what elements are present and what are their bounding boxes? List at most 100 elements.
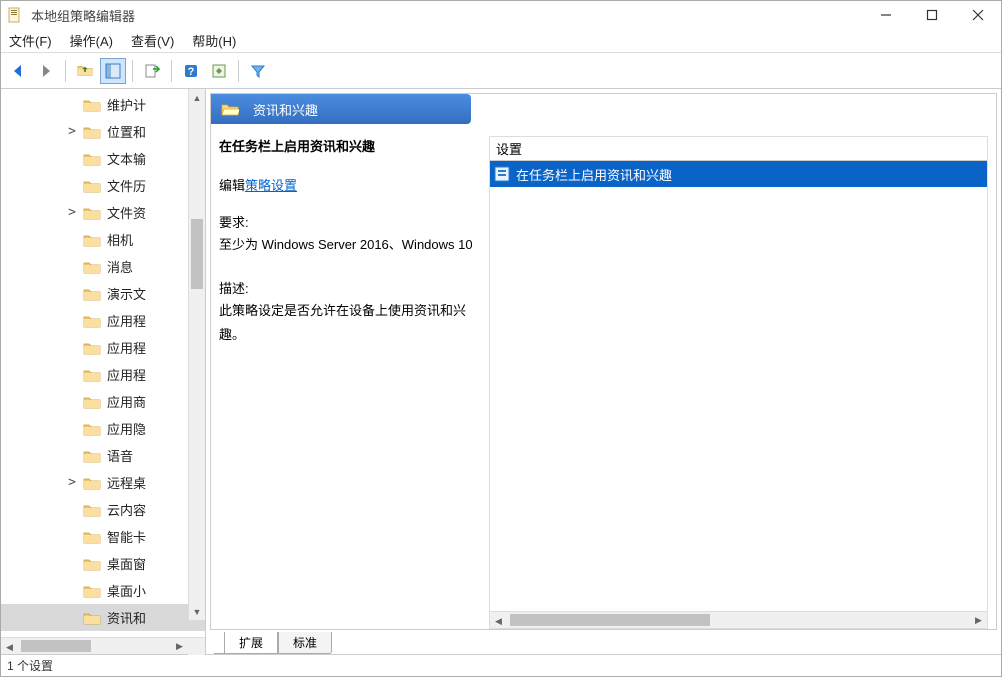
menu-help[interactable]: 帮助(H) [192,31,236,50]
tree-item[interactable]: 桌面小 [1,577,205,604]
settings-list-column: 设置 在任务栏上启用资讯和兴趣 ◀ ▶ [489,136,988,629]
scroll-left-icon[interactable]: ◀ [1,639,18,656]
tree-item-label: 文件历 [107,176,146,195]
properties-button[interactable] [206,58,232,84]
tree-item[interactable]: 语音 [1,442,205,469]
description-text: 此策略设定是否允许在设备上使用资讯和兴趣。 [219,299,477,346]
tree-item[interactable]: 应用程 [1,307,205,334]
tab-extended[interactable]: 扩展 [224,632,278,654]
scroll-right-icon[interactable]: ▶ [970,612,987,629]
folder-icon [83,125,101,139]
expander-icon[interactable]: > [65,475,79,490]
menu-view[interactable]: 查看(V) [131,31,174,50]
tree-item-label: 桌面窗 [107,554,146,573]
folder-icon [83,152,101,166]
tree-item-label: 位置和 [107,122,146,141]
back-button[interactable] [5,58,31,84]
details-header: 资讯和兴趣 [211,94,471,124]
tree-item[interactable]: 应用程 [1,361,205,388]
tree-item-label: 维护计 [107,95,146,114]
tree-item[interactable]: 相机 [1,226,205,253]
help-button[interactable]: ? [178,58,204,84]
folder-icon [83,260,101,274]
tree-item-label: 相机 [107,230,133,249]
settings-column-header[interactable]: 设置 [489,136,988,161]
folder-icon [83,395,101,409]
requirements-text: 至少为 Windows Server 2016、Windows 10 [219,233,477,256]
requirements-label: 要求: [219,212,477,231]
tree-item-label: 消息 [107,257,133,276]
tree-item-label: 演示文 [107,284,146,303]
folder-icon [83,449,101,463]
app-icon [7,7,23,23]
folder-icon [83,368,101,382]
tree-item[interactable]: >远程桌 [1,469,205,496]
selected-policy-title: 在任务栏上启用资讯和兴趣 [219,136,477,155]
details-pane: 资讯和兴趣 在任务栏上启用资讯和兴趣 编辑策略设置 要求: 至少为 Window… [206,89,1001,654]
close-button[interactable] [955,1,1001,29]
minimize-button[interactable] [863,1,909,29]
tree-item-label: 云内容 [107,500,146,519]
scroll-up-icon[interactable]: ▲ [189,89,205,106]
window-title: 本地组策略编辑器 [31,6,863,25]
tree-item-label: 应用程 [107,311,146,330]
tree-item[interactable]: 桌面窗 [1,550,205,577]
tree-item[interactable]: 资讯和 [1,604,205,631]
tree-item-label: 资讯和 [107,608,146,627]
folder-icon [83,611,101,625]
status-text: 1 个设置 [7,657,53,674]
expander-icon[interactable]: > [65,124,79,139]
tree-horizontal-scrollbar[interactable]: ◀ ▶ [1,637,205,654]
folder-icon [83,287,101,301]
maximize-button[interactable] [909,1,955,29]
tree-item-label: 文件资 [107,203,146,222]
tree-item[interactable]: 消息 [1,253,205,280]
tree-item-label: 应用程 [107,338,146,357]
edit-policy-link[interactable]: 策略设置 [245,178,297,193]
tree-item[interactable]: 云内容 [1,496,205,523]
tree-item-label: 应用隐 [107,419,146,438]
tree-item[interactable]: 智能卡 [1,523,205,550]
folder-icon [83,557,101,571]
forward-button[interactable] [33,58,59,84]
settings-item-label: 在任务栏上启用资讯和兴趣 [516,165,672,184]
scroll-thumb[interactable] [510,614,710,626]
tree-item[interactable]: > 文件资 [1,199,205,226]
folder-icon [83,206,101,220]
tree-item[interactable]: 应用商 [1,388,205,415]
tree-vertical-scrollbar[interactable]: ▲ ▼ [188,89,205,620]
expander-icon[interactable]: > [65,205,79,220]
tree-item[interactable]: 文件历 [1,172,205,199]
tree-item[interactable]: 应用隐 [1,415,205,442]
show-hide-tree-button[interactable] [100,58,126,84]
list-horizontal-scrollbar[interactable]: ◀ ▶ [490,611,987,628]
tab-standard[interactable]: 标准 [278,632,332,654]
tree[interactable]: 维护计>位置和文本输文件历>文件资相机消息演示文应用程应用程应用程应用商应用隐语… [1,89,205,631]
settings-list-item[interactable]: 在任务栏上启用资讯和兴趣 [490,161,987,187]
tree-item[interactable]: 演示文 [1,280,205,307]
tree-item-label: 智能卡 [107,527,146,546]
tree-item[interactable]: > 位置和 [1,118,205,145]
folder-icon [83,98,101,112]
folder-icon [83,476,101,490]
tree-item[interactable]: 维护计 [1,91,205,118]
menu-action[interactable]: 操作(A) [70,31,113,50]
folder-icon [83,422,101,436]
scroll-thumb[interactable] [21,640,91,652]
tree-item[interactable]: 文本输 [1,145,205,172]
folder-icon [83,503,101,517]
settings-list[interactable]: 在任务栏上启用资讯和兴趣 ◀ ▶ [489,161,988,629]
export-button[interactable] [139,58,165,84]
scroll-down-icon[interactable]: ▼ [189,603,205,620]
policy-setting-icon [494,166,510,182]
scroll-left-icon[interactable]: ◀ [490,613,507,630]
menu-file[interactable]: 文件(F) [9,31,52,50]
title-bar: 本地组策略编辑器 [1,1,1001,29]
filter-button[interactable] [245,58,271,84]
up-folder-button[interactable] [72,58,98,84]
scroll-thumb[interactable] [191,219,203,289]
tree-item-label: 桌面小 [107,581,146,600]
scroll-right-icon[interactable]: ▶ [171,638,188,655]
tree-item[interactable]: 应用程 [1,334,205,361]
toolbar: ? [1,53,1001,89]
